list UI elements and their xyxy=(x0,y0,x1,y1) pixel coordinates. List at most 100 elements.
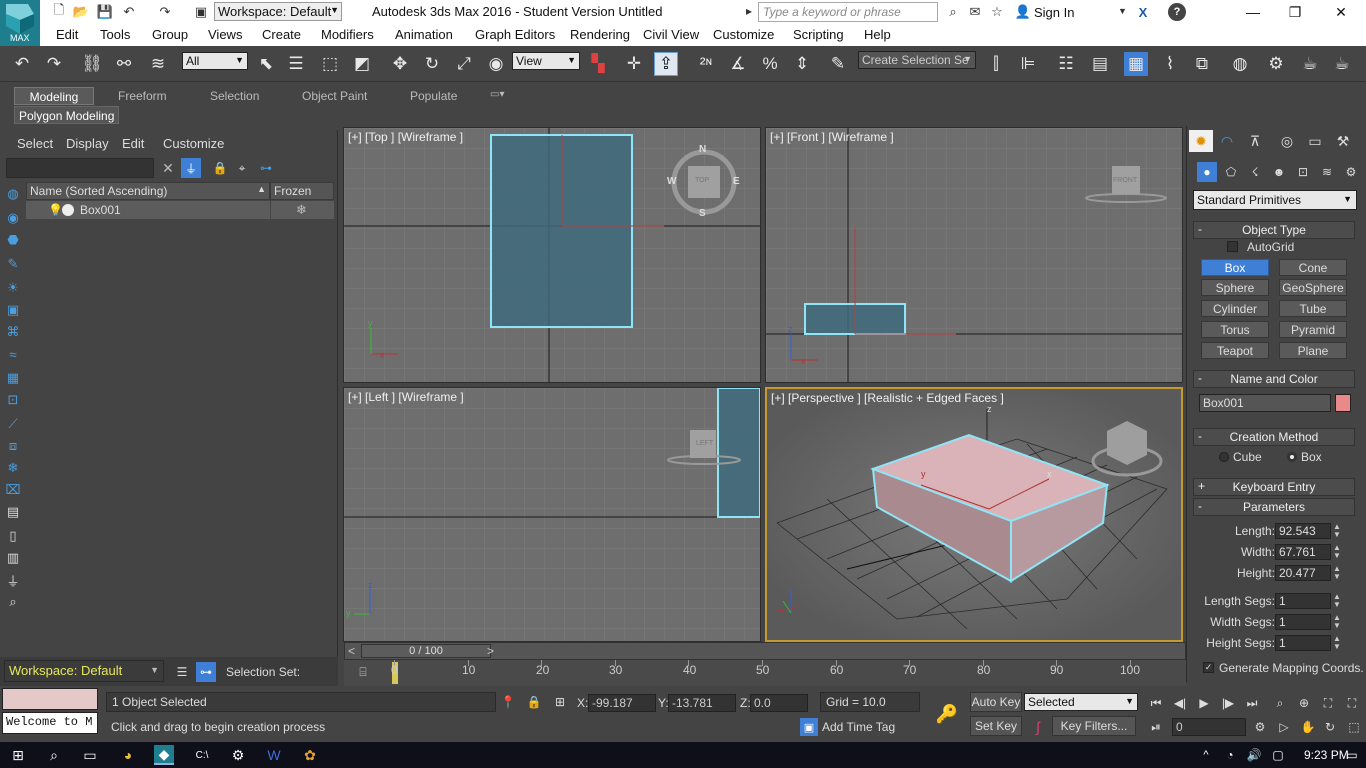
rollout-parameters[interactable]: - Parameters xyxy=(1193,498,1355,516)
network-icon[interactable]: ◔ xyxy=(1220,745,1240,765)
sign-in-link[interactable]: Sign In xyxy=(1034,5,1074,20)
maxscript-listener[interactable]: Welcome to M xyxy=(2,712,98,734)
display-xrefs-icon[interactable]: ⊡ xyxy=(5,392,21,408)
pyramid-button[interactable]: Pyramid xyxy=(1279,321,1347,338)
hierarchy-mode-icon[interactable]: ⊶ xyxy=(196,662,216,682)
orbit-icon[interactable]: ↻ xyxy=(1320,718,1340,736)
menu-create[interactable]: Create xyxy=(262,27,301,42)
tab-object-paint[interactable]: Object Paint xyxy=(296,87,373,105)
layers-icon[interactable]: ☰ xyxy=(172,662,192,682)
display-all-icon[interactable]: ◉ xyxy=(5,210,21,226)
set-key-button[interactable]: Set Key xyxy=(970,716,1022,736)
key-tangent-icon[interactable]: ∫ xyxy=(1028,718,1048,736)
lights-icon[interactable]: ☇ xyxy=(1245,162,1265,182)
command-prompt-icon[interactable]: C:\ xyxy=(192,745,212,765)
torus-button[interactable]: Torus xyxy=(1201,321,1269,338)
redo-icon[interactable]: ↷ xyxy=(42,52,66,76)
filter-funnel-icon[interactable]: ⏚ xyxy=(5,572,21,589)
help-icon[interactable]: ? xyxy=(1168,3,1186,21)
unlink-icon[interactable]: ⚯ xyxy=(112,52,136,76)
select-and-link-icon[interactable]: ⛓ xyxy=(80,52,104,76)
width-segs-spinner[interactable]: 1 xyxy=(1275,614,1331,630)
time-slider-next[interactable]: > xyxy=(487,644,494,658)
project-folder-icon[interactable]: ▣ xyxy=(192,3,210,21)
auto-key-button[interactable]: Auto Key xyxy=(970,692,1022,712)
display-frozen-icon[interactable]: ❄ xyxy=(5,460,21,476)
undo-icon[interactable]: ↶ xyxy=(10,52,34,76)
display-hidden-icon[interactable]: ⌧ xyxy=(5,482,21,498)
time-slider-prev[interactable]: < xyxy=(348,644,355,658)
display-tab-icon[interactable]: ▭ xyxy=(1303,130,1327,152)
search-icon[interactable]: ⌕ xyxy=(44,745,64,765)
helpers-icon[interactable]: ⊡ xyxy=(1293,162,1313,182)
display-spacewarps-icon[interactable]: ≈ xyxy=(5,346,21,362)
lightbulb-icon[interactable]: 💡 xyxy=(48,203,63,217)
clear-search-icon[interactable]: ✕ xyxy=(160,160,176,176)
zoom-extents-all-icon[interactable]: ⛶ xyxy=(1342,694,1362,712)
menu-animation[interactable]: Animation xyxy=(395,27,453,42)
move-icon[interactable]: ✥ xyxy=(388,52,412,76)
previous-frame-icon[interactable]: ◀| xyxy=(1170,694,1190,712)
menu-help[interactable]: Help xyxy=(864,27,891,42)
app-icon[interactable]: ✿ xyxy=(300,745,320,765)
hierarchy-tab-icon[interactable]: ⊼ xyxy=(1243,130,1267,152)
spinner-snap-icon[interactable]: ⇕ xyxy=(790,52,814,76)
display-cameras-icon[interactable]: ▣ xyxy=(5,302,21,318)
display-geometry-icon[interactable]: ⬣ xyxy=(5,232,21,248)
undo-icon[interactable]: ↶ xyxy=(120,3,138,21)
frozen-icon[interactable]: ❄ xyxy=(296,202,307,218)
exchange-apps-icon[interactable]: X xyxy=(1134,3,1152,21)
column-header-name[interactable]: Name (Sorted Ascending) ▲ xyxy=(26,182,270,200)
ribbon-options-icon[interactable]: ▭▾ xyxy=(484,87,510,105)
mirror-icon[interactable]: ⫿ xyxy=(984,52,1008,76)
steam-icon[interactable]: ⚙ xyxy=(228,745,248,765)
cameras-icon[interactable]: ☻ xyxy=(1269,162,1289,182)
rollout-object-type[interactable]: - Object Type xyxy=(1193,221,1355,239)
height-spinner[interactable]: 20.477 xyxy=(1275,565,1331,581)
placement-icon[interactable]: ◉ xyxy=(484,52,508,76)
invert-display-icon[interactable]: ▥ xyxy=(5,550,21,566)
isolate-selection-icon[interactable]: 📍 xyxy=(500,694,516,710)
snaps-toggle-icon[interactable]: ²ᶰ xyxy=(694,52,718,76)
length-spinner[interactable]: 92.543 xyxy=(1275,523,1331,539)
scene-menu-select[interactable]: Select xyxy=(17,136,53,151)
time-slider[interactable]: < 0 / 100 > xyxy=(344,642,1186,660)
viewport-front[interactable]: [+] [Front ] [Wireframe ] FRONT x z xyxy=(765,127,1183,383)
z-coordinate-field[interactable]: 0.0 xyxy=(750,694,808,712)
y-coordinate-field[interactable]: -13.781 xyxy=(668,694,736,712)
scene-menu-edit[interactable]: Edit xyxy=(122,136,144,151)
primitive-type-dropdown[interactable]: Standard Primitives ▼ xyxy=(1193,190,1357,210)
viewcube-label[interactable]: LEFT xyxy=(696,440,713,447)
rollout-name-and-color[interactable]: - Name and Color xyxy=(1193,370,1355,388)
menu-scripting[interactable]: Scripting xyxy=(793,27,844,42)
rotate-icon[interactable]: ↻ xyxy=(420,52,444,76)
menu-edit[interactable]: Edit xyxy=(56,27,78,42)
expand-arrow-icon[interactable]: ▸ xyxy=(746,4,752,18)
time-configuration-icon[interactable]: ⚙ xyxy=(1250,718,1270,736)
favorites-star-icon[interactable]: ☆ xyxy=(988,3,1006,21)
windows-start-icon[interactable]: ⊞ xyxy=(8,745,28,765)
zoom-icon[interactable]: ⌕ xyxy=(1270,694,1290,712)
scene-menu-customize[interactable]: Customize xyxy=(163,136,224,151)
cylinder-button[interactable]: Cylinder xyxy=(1201,300,1269,317)
geometry-icon[interactable]: ● xyxy=(1197,162,1217,182)
save-icon[interactable]: 💾 xyxy=(96,3,114,21)
toggle-ribbon-icon[interactable]: ▤ xyxy=(1088,52,1112,76)
window-crossing-icon[interactable]: ◩ xyxy=(350,52,374,76)
generate-mapping-checkbox[interactable]: ✓ xyxy=(1203,662,1214,673)
display-containers-icon[interactable]: ⧈ xyxy=(5,438,21,454)
track-bar[interactable]: ⌸ 0 10 20 30 40 50 60 70 80 90 100 xyxy=(344,660,1186,686)
zoom-extents-icon[interactable]: ⛶ xyxy=(1318,694,1338,712)
systems-icon[interactable]: ⚙ xyxy=(1341,162,1361,182)
new-file-icon[interactable]: 🗋 xyxy=(50,2,68,21)
scene-menu-display[interactable]: Display xyxy=(66,136,109,151)
angle-snap-icon[interactable]: ∡ xyxy=(726,52,750,76)
display-all-rows-icon[interactable]: ▤ xyxy=(5,504,21,520)
display-none-icon[interactable]: ◍ xyxy=(5,186,21,202)
shapes-icon[interactable]: ⬠ xyxy=(1221,162,1241,182)
display-shapes-icon[interactable]: ✎ xyxy=(5,256,21,272)
select-by-name-icon[interactable]: ☰ xyxy=(284,52,308,76)
autogrid-checkbox[interactable] xyxy=(1227,241,1238,252)
minimize-icon[interactable]: — xyxy=(1238,2,1268,22)
render-setup-icon[interactable]: ⚙ xyxy=(1264,52,1288,76)
